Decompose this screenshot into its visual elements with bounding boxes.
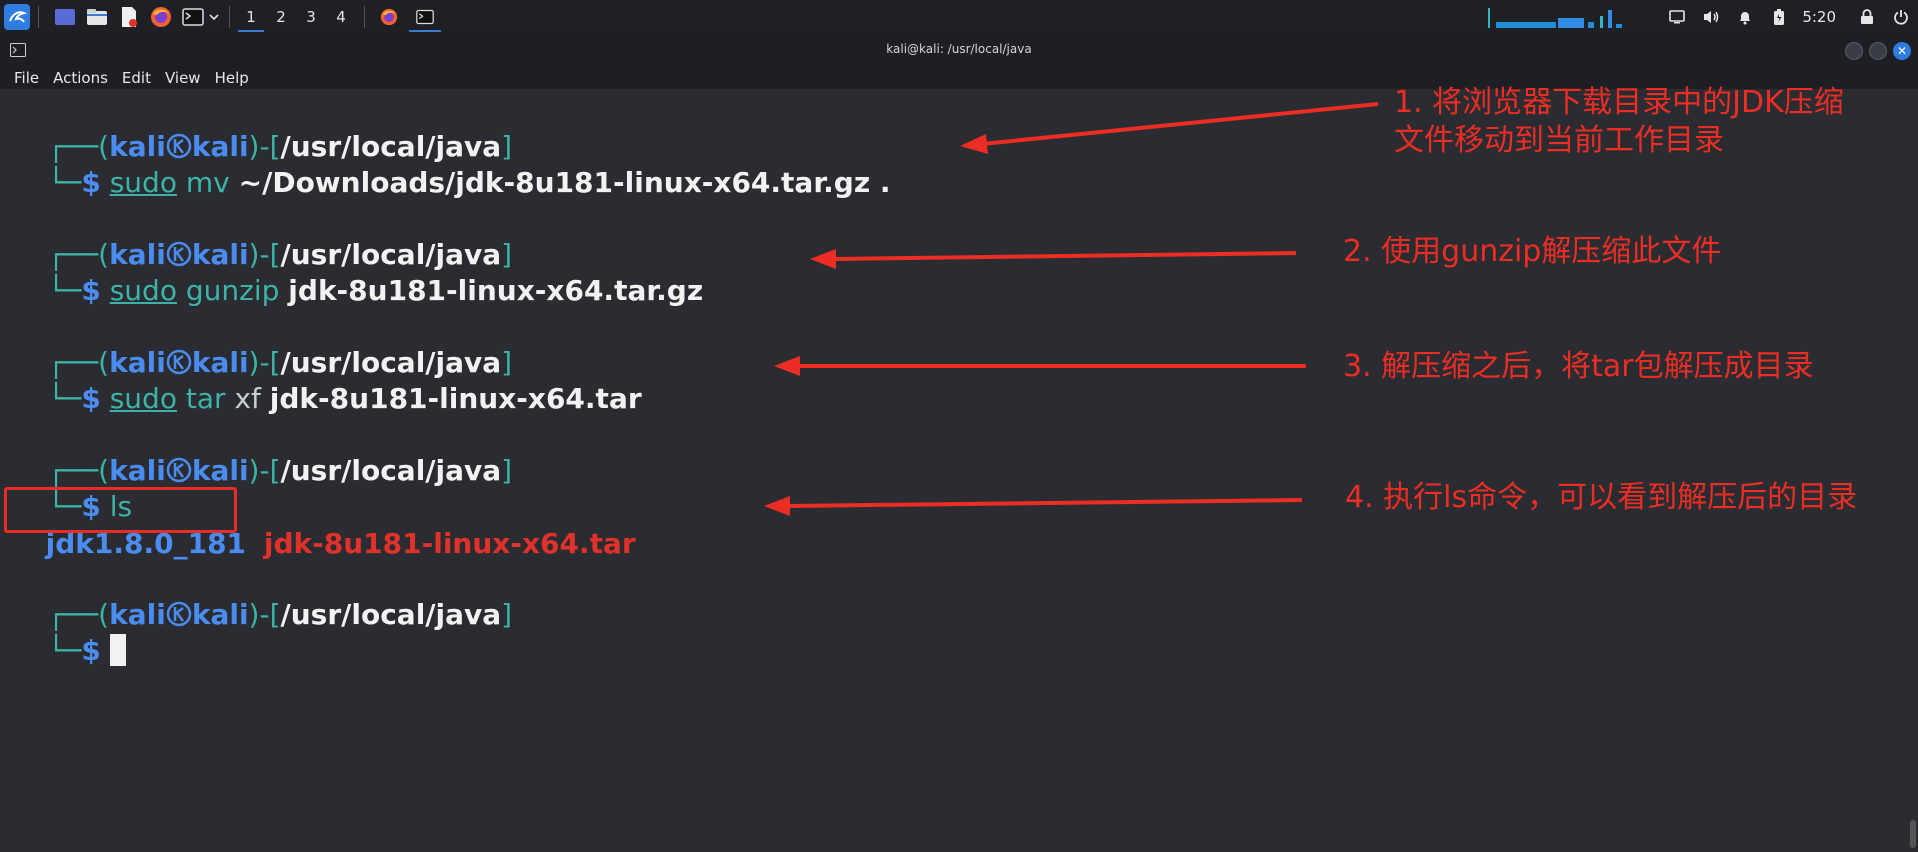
command-line[interactable]: └─$	[12, 597, 126, 705]
command-sudo: sudo	[109, 274, 177, 307]
annotation-2: 2. 使用gunzip解压缩此文件	[1343, 234, 1722, 269]
workspace-2[interactable]: 2	[266, 2, 296, 32]
panel-tray: 5:20	[1488, 0, 1918, 34]
prompt-bracket: ]	[501, 598, 513, 631]
menu-view[interactable]: View	[158, 69, 208, 87]
close-button[interactable]: ✕	[1893, 42, 1911, 60]
command-args: ~/Downloads/jdk-8u181-linux-x64.tar.gz .	[238, 166, 891, 199]
panel-separator	[364, 6, 365, 28]
command-sudo: sudo	[109, 166, 177, 199]
kali-prompt-icon	[166, 457, 192, 483]
window-titlebar[interactable]: kali@kali: /usr/local/java ✕	[0, 34, 1918, 67]
display-icon[interactable]	[1660, 0, 1694, 34]
lock-icon[interactable]	[1850, 0, 1884, 34]
prompt-host: kali	[191, 454, 249, 487]
prompt-corner: └─	[47, 382, 82, 415]
file-manager-icon[interactable]	[85, 5, 109, 29]
prompt-bracket: )-[	[248, 598, 281, 631]
panel-separator	[229, 6, 230, 28]
panel-separator	[38, 6, 39, 28]
workspace-4[interactable]: 4	[326, 2, 356, 32]
prompt-path: /usr/local/java	[280, 598, 502, 631]
text-cursor	[109, 634, 126, 666]
command-name: tar	[185, 382, 226, 415]
menu-edit[interactable]: Edit	[115, 69, 158, 87]
network-graph-icon	[1488, 8, 1623, 28]
top-panel: 1 2 3 4 5:20	[0, 0, 1918, 34]
ls-file-entry: jdk-8u181-linux-x64.tar	[263, 527, 636, 560]
annotation-1: 1. 将浏览器下载目录中的JDK压缩 文件移动到当前工作目录	[1394, 85, 1844, 158]
prompt-corner: └─	[47, 166, 82, 199]
prompt-dollar: $	[81, 382, 101, 415]
prompt-path: /usr/local/java	[280, 454, 502, 487]
annotation-3: 3. 解压缩之后，将tar包解压成目录	[1343, 349, 1814, 384]
prompt-host: kali	[191, 598, 249, 631]
workspace-3[interactable]: 3	[296, 2, 326, 32]
prompt-bracket: ]	[501, 454, 513, 487]
command-args: jdk-8u181-linux-x64.tar	[269, 382, 642, 415]
taskbar-terminal-button[interactable]	[407, 2, 443, 32]
annotation-4: 4. 执行ls命令，可以看到解压后的目录	[1345, 480, 1858, 515]
prompt-dollar: $	[81, 634, 101, 667]
kali-menu-icon[interactable]	[4, 4, 30, 30]
kali-prompt-icon	[166, 601, 192, 627]
workspace-1[interactable]: 1	[236, 2, 266, 32]
window-title: kali@kali: /usr/local/java	[886, 42, 1032, 56]
highlight-box	[4, 487, 237, 533]
menu-actions[interactable]: Actions	[46, 69, 115, 87]
prompt-corner: └─	[47, 634, 82, 667]
menu-help[interactable]: Help	[208, 69, 256, 87]
minimize-button[interactable]	[1845, 42, 1863, 60]
command-name: gunzip	[185, 274, 280, 307]
firefox-icon	[380, 8, 398, 26]
battery-icon[interactable]	[1762, 0, 1796, 34]
command-sudo: sudo	[109, 382, 177, 415]
terminal-icon	[416, 9, 434, 25]
taskbar-firefox-button[interactable]	[371, 2, 407, 32]
close-icon: ✕	[1896, 44, 1908, 58]
desktop-icon[interactable]	[53, 5, 77, 29]
notification-bell-icon[interactable]	[1728, 0, 1762, 34]
desktop: 1 2 3 4 5:20 kali@kali: /usr/local/java …	[0, 0, 1918, 852]
command-name: mv	[185, 166, 230, 199]
text-editor-icon[interactable]	[117, 5, 141, 29]
volume-icon[interactable]	[1694, 0, 1728, 34]
maximize-button[interactable]	[1869, 42, 1887, 60]
chevron-down-icon[interactable]	[207, 5, 221, 29]
terminal-icon[interactable]	[181, 5, 205, 29]
prompt-bracket: )-[	[248, 454, 281, 487]
prompt-dollar: $	[81, 166, 101, 199]
firefox-icon[interactable]	[149, 5, 173, 29]
command-args: jdk-8u181-linux-x64.tar.gz	[288, 274, 704, 307]
prompt-corner: └─	[47, 274, 82, 307]
menu-file[interactable]: File	[0, 69, 46, 87]
power-icon[interactable]	[1884, 0, 1918, 34]
prompt-dollar: $	[81, 274, 101, 307]
clock[interactable]: 5:20	[1802, 8, 1836, 26]
command-flag: xf	[234, 382, 261, 415]
terminal-scrollbar[interactable]	[1910, 820, 1916, 848]
